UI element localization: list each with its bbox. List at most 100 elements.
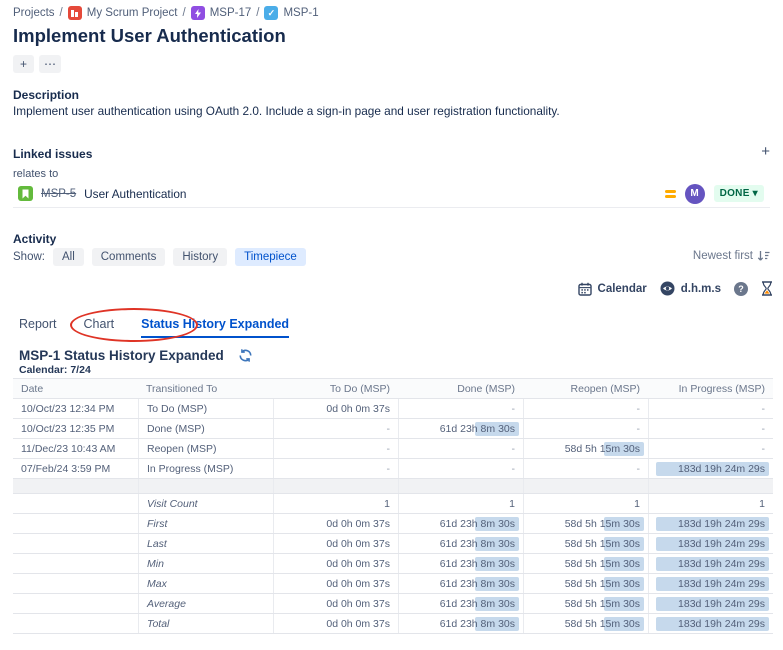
linked-issue-key[interactable]: MSP-5: [41, 188, 76, 200]
cell-duration: -: [648, 399, 773, 418]
eye-icon: [660, 281, 675, 296]
cell-date: [13, 614, 138, 633]
description-body: Implement user authentication using OAut…: [13, 104, 560, 118]
duration-value: -: [762, 439, 774, 458]
summary-row: First0d 0h 0m 37s61d 23h 8m 30s58d 5h 15…: [13, 513, 773, 533]
cell-duration: -: [398, 459, 523, 478]
calendar-button[interactable]: Calendar: [578, 282, 647, 296]
duration-value: -: [637, 419, 649, 438]
cell-duration: -: [523, 399, 648, 418]
add-linked-issue-button[interactable]: +: [761, 143, 770, 160]
duration-value: 61d 23h 8m 30s: [440, 554, 523, 573]
duration-value: 61d 23h 8m 30s: [440, 574, 523, 593]
summary-label: Visit Count: [138, 494, 273, 513]
spacer-row: [13, 478, 773, 493]
spacer-cell: [648, 479, 773, 493]
cell-duration: 183d 19h 24m 29s: [648, 574, 773, 593]
story-icon: [18, 186, 33, 201]
duration-value: 0d 0h 0m 37s: [326, 614, 398, 633]
cell-duration: -: [398, 399, 523, 418]
cell-duration: 0d 0h 0m 37s: [273, 554, 398, 573]
cell-duration: -: [273, 419, 398, 438]
cell-transitioned-to: Reopen (MSP): [138, 439, 273, 458]
duration-value: -: [637, 399, 649, 418]
cell-duration: -: [648, 439, 773, 458]
linked-issue-summary[interactable]: User Authentication: [84, 187, 186, 201]
cell-duration: 1: [648, 494, 773, 513]
table-row: 10/Oct/23 12:34 PMTo Do (MSP)0d 0h 0m 37…: [13, 398, 773, 418]
breadcrumb-project[interactable]: My Scrum Project: [87, 7, 178, 19]
table-row: 07/Feb/24 3:59 PMIn Progress (MSP)---183…: [13, 458, 773, 478]
duration-value: 0d 0h 0m 37s: [326, 514, 398, 533]
cell-duration: 58d 5h 15m 30s: [523, 514, 648, 533]
duration-value: 58d 5h 15m 30s: [565, 574, 648, 593]
time-format-button[interactable]: d.h.m.s: [660, 281, 721, 296]
cell-duration: 58d 5h 15m 30s: [523, 574, 648, 593]
status-badge[interactable]: DONE ▾: [714, 185, 764, 202]
duration-value: -: [512, 459, 524, 478]
cell-duration: 183d 19h 24m 29s: [648, 534, 773, 553]
filter-history[interactable]: History: [173, 248, 227, 266]
filter-timepiece[interactable]: Timepiece: [235, 248, 306, 266]
duration-value: 1: [634, 494, 648, 513]
breadcrumb-projects[interactable]: Projects: [13, 7, 55, 19]
cell-date: 10/Oct/23 12:35 PM: [13, 419, 138, 438]
sort-descending-icon: [757, 250, 770, 262]
more-actions-button[interactable]: ⋯: [39, 55, 61, 73]
refresh-button[interactable]: [238, 348, 253, 366]
duration-value: 0d 0h 0m 37s: [326, 534, 398, 553]
filter-all[interactable]: All: [53, 248, 84, 266]
description-heading: Description: [13, 88, 79, 102]
help-icon[interactable]: ?: [734, 282, 748, 296]
duration-value: 0d 0h 0m 37s: [326, 554, 398, 573]
linked-issues-heading: Linked issues: [13, 147, 92, 161]
activity-heading: Activity: [13, 232, 56, 246]
duration-value: 1: [759, 494, 773, 513]
cell-duration: 0d 0h 0m 37s: [273, 534, 398, 553]
cell-duration: 183d 19h 24m 29s: [648, 514, 773, 533]
breadcrumb-separator: /: [256, 7, 259, 19]
summary-label: First: [138, 514, 273, 533]
duration-value: 61d 23h 8m 30s: [440, 594, 523, 613]
link-relation-label: relates to: [13, 168, 58, 180]
priority-medium-icon: [665, 190, 676, 198]
add-button[interactable]: +: [13, 55, 34, 73]
tab-report[interactable]: Report: [19, 317, 57, 338]
tab-status-history-expanded[interactable]: Status History Expanded: [141, 317, 289, 338]
avatar: M: [685, 184, 705, 204]
column-header: Date: [13, 379, 138, 398]
duration-value: -: [387, 459, 399, 478]
cell-date: [13, 574, 138, 593]
calendar-icon: [578, 282, 592, 296]
cell-duration: 61d 23h 8m 30s: [398, 574, 523, 593]
breadcrumb-issue[interactable]: MSP-1: [283, 7, 318, 19]
refresh-icon: [238, 348, 253, 363]
spacer-cell: [398, 479, 523, 493]
cell-date: [13, 494, 138, 513]
cell-transitioned-to: To Do (MSP): [138, 399, 273, 418]
sort-order-toggle[interactable]: Newest first: [693, 250, 770, 262]
summary-row: Visit Count1111: [13, 493, 773, 513]
cell-duration: 183d 19h 24m 29s: [648, 554, 773, 573]
cell-duration: -: [523, 419, 648, 438]
column-header: Done (MSP): [398, 379, 523, 398]
summary-label: Total: [138, 614, 273, 633]
filter-comments[interactable]: Comments: [92, 248, 166, 266]
duration-value: -: [512, 399, 524, 418]
breadcrumb-epic[interactable]: MSP-17: [210, 7, 252, 19]
cell-duration: 183d 19h 24m 29s: [648, 459, 773, 478]
duration-value: 183d 19h 24m 29s: [678, 574, 773, 593]
column-header: Reopen (MSP): [523, 379, 648, 398]
cell-duration: 58d 5h 15m 30s: [523, 594, 648, 613]
title-toolbar: + ⋯: [13, 55, 61, 73]
duration-value: 61d 23h 8m 30s: [440, 534, 523, 553]
duration-value: 61d 23h 8m 30s: [440, 614, 523, 633]
tab-chart[interactable]: Chart: [84, 317, 115, 338]
duration-value: 58d 5h 15m 30s: [565, 439, 648, 458]
cell-date: 10/Oct/23 12:34 PM: [13, 399, 138, 418]
chevron-down-icon: ▾: [753, 188, 758, 199]
column-header: In Progress (MSP): [648, 379, 773, 398]
cell-duration: -: [273, 459, 398, 478]
spacer-cell: [523, 479, 648, 493]
summary-row: Last0d 0h 0m 37s61d 23h 8m 30s58d 5h 15m…: [13, 533, 773, 553]
